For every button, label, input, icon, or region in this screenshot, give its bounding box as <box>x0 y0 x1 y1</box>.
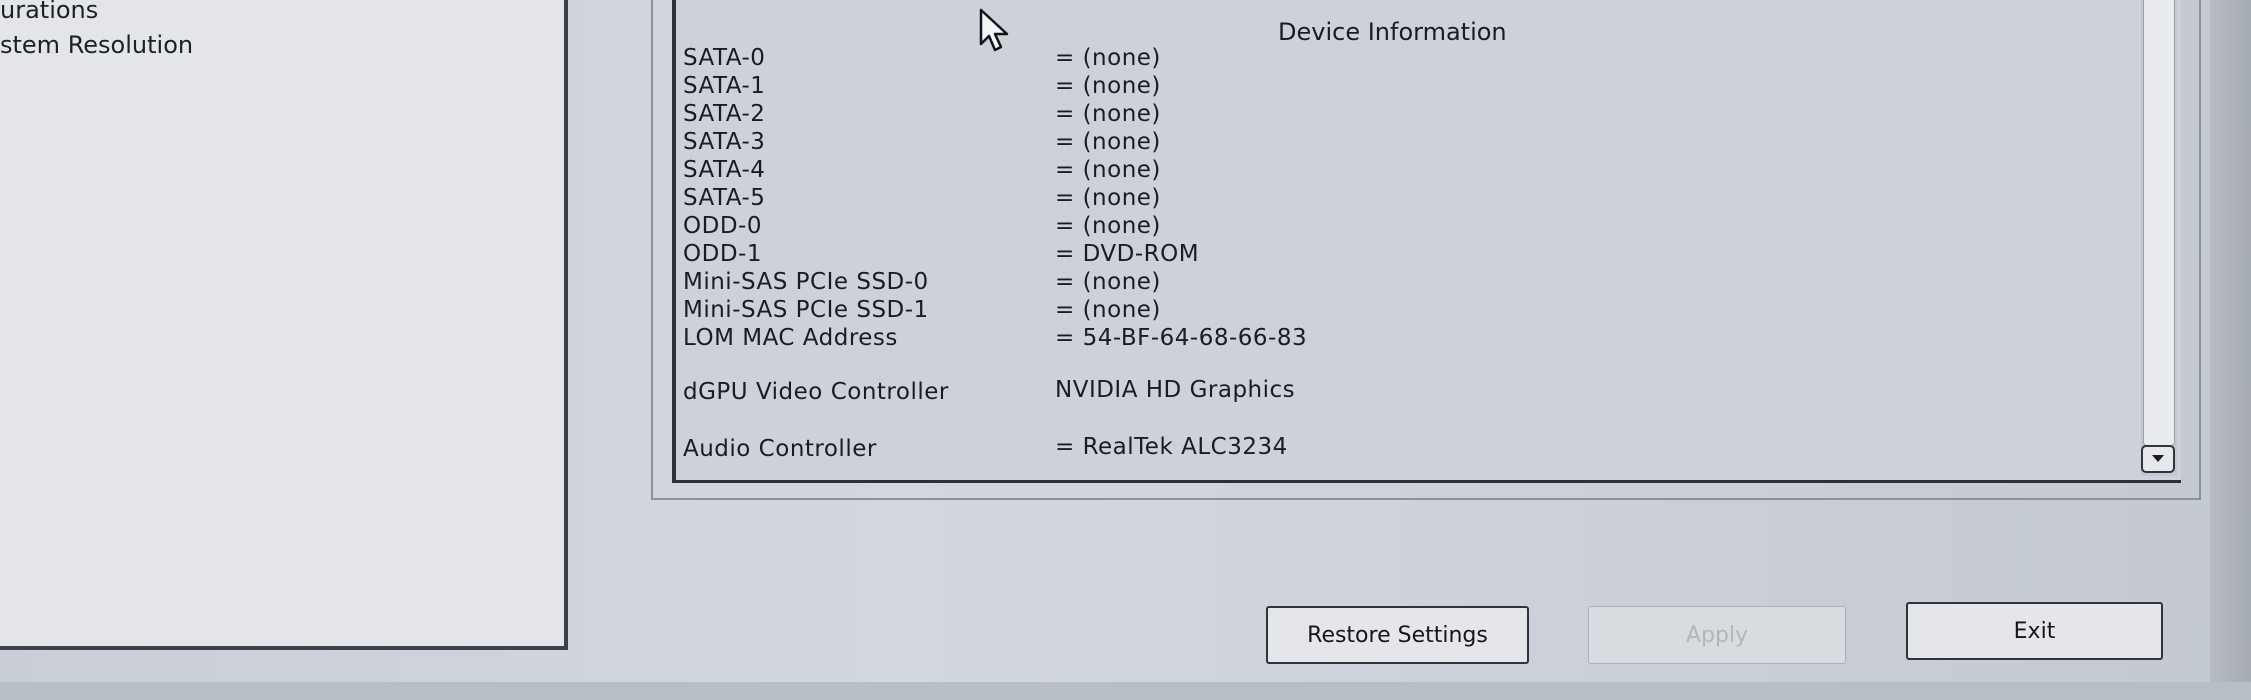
tree-item-system-resolution[interactable]: stem Resolution <box>0 31 193 59</box>
row-value-odd-1: = DVD-ROM <box>1055 241 1200 267</box>
row-value-mini-sas-ssd-1: = (none) <box>1055 297 1161 323</box>
device-information-box <box>672 0 2181 483</box>
row-label-mini-sas-ssd-0: Mini-SAS PCIe SSD-0 <box>683 269 929 295</box>
row-label-sata-2: SATA-2 <box>683 101 766 127</box>
row-value-sata-0: = (none) <box>1055 45 1161 71</box>
apply-button[interactable]: Apply <box>1588 606 1846 664</box>
tree-item-configurations[interactable]: urations <box>0 0 98 24</box>
restore-settings-button[interactable]: Restore Settings <box>1266 606 1529 664</box>
row-value-dgpu-video-controller: NVIDIA HD Graphics <box>1055 377 1296 403</box>
row-label-mini-sas-ssd-1: Mini-SAS PCIe SSD-1 <box>683 297 929 323</box>
scroll-down-button[interactable] <box>2141 445 2175 473</box>
row-value-mini-sas-ssd-0: = (none) <box>1055 269 1161 295</box>
bottom-edge-strip <box>0 682 2251 700</box>
row-label-sata-3: SATA-3 <box>683 129 766 155</box>
scrollbar-thumb[interactable] <box>2143 0 2175 446</box>
row-label-audio-controller: Audio Controller <box>683 436 877 462</box>
row-label-sata-4: SATA-4 <box>683 157 766 183</box>
row-value-audio-controller: = RealTek ALC3234 <box>1055 434 1288 460</box>
row-label-sata-0: SATA-0 <box>683 45 766 71</box>
settings-tree-panel[interactable]: urations stem Resolution <box>0 0 568 650</box>
row-label-dgpu-video-controller: dGPU Video Controller <box>683 379 949 405</box>
screen-bezel-edge <box>2210 0 2251 700</box>
exit-button[interactable]: Exit <box>1906 602 2163 660</box>
row-label-sata-1: SATA-1 <box>683 73 766 99</box>
row-value-lom-mac-address: = 54-BF-64-68-66-83 <box>1055 325 1308 351</box>
row-label-odd-0: ODD-0 <box>683 213 762 239</box>
mouse-pointer-icon <box>979 8 1009 52</box>
row-value-odd-0: = (none) <box>1055 213 1161 239</box>
row-value-sata-4: = (none) <box>1055 157 1161 183</box>
row-label-sata-5: SATA-5 <box>683 185 766 211</box>
row-label-odd-1: ODD-1 <box>683 241 762 267</box>
row-value-sata-3: = (none) <box>1055 129 1161 155</box>
row-value-sata-2: = (none) <box>1055 101 1161 127</box>
device-information-heading: Device Information <box>1278 18 1507 46</box>
row-value-sata-1: = (none) <box>1055 73 1161 99</box>
row-value-sata-5: = (none) <box>1055 185 1161 211</box>
row-label-lom-mac-address: LOM MAC Address <box>683 325 898 351</box>
